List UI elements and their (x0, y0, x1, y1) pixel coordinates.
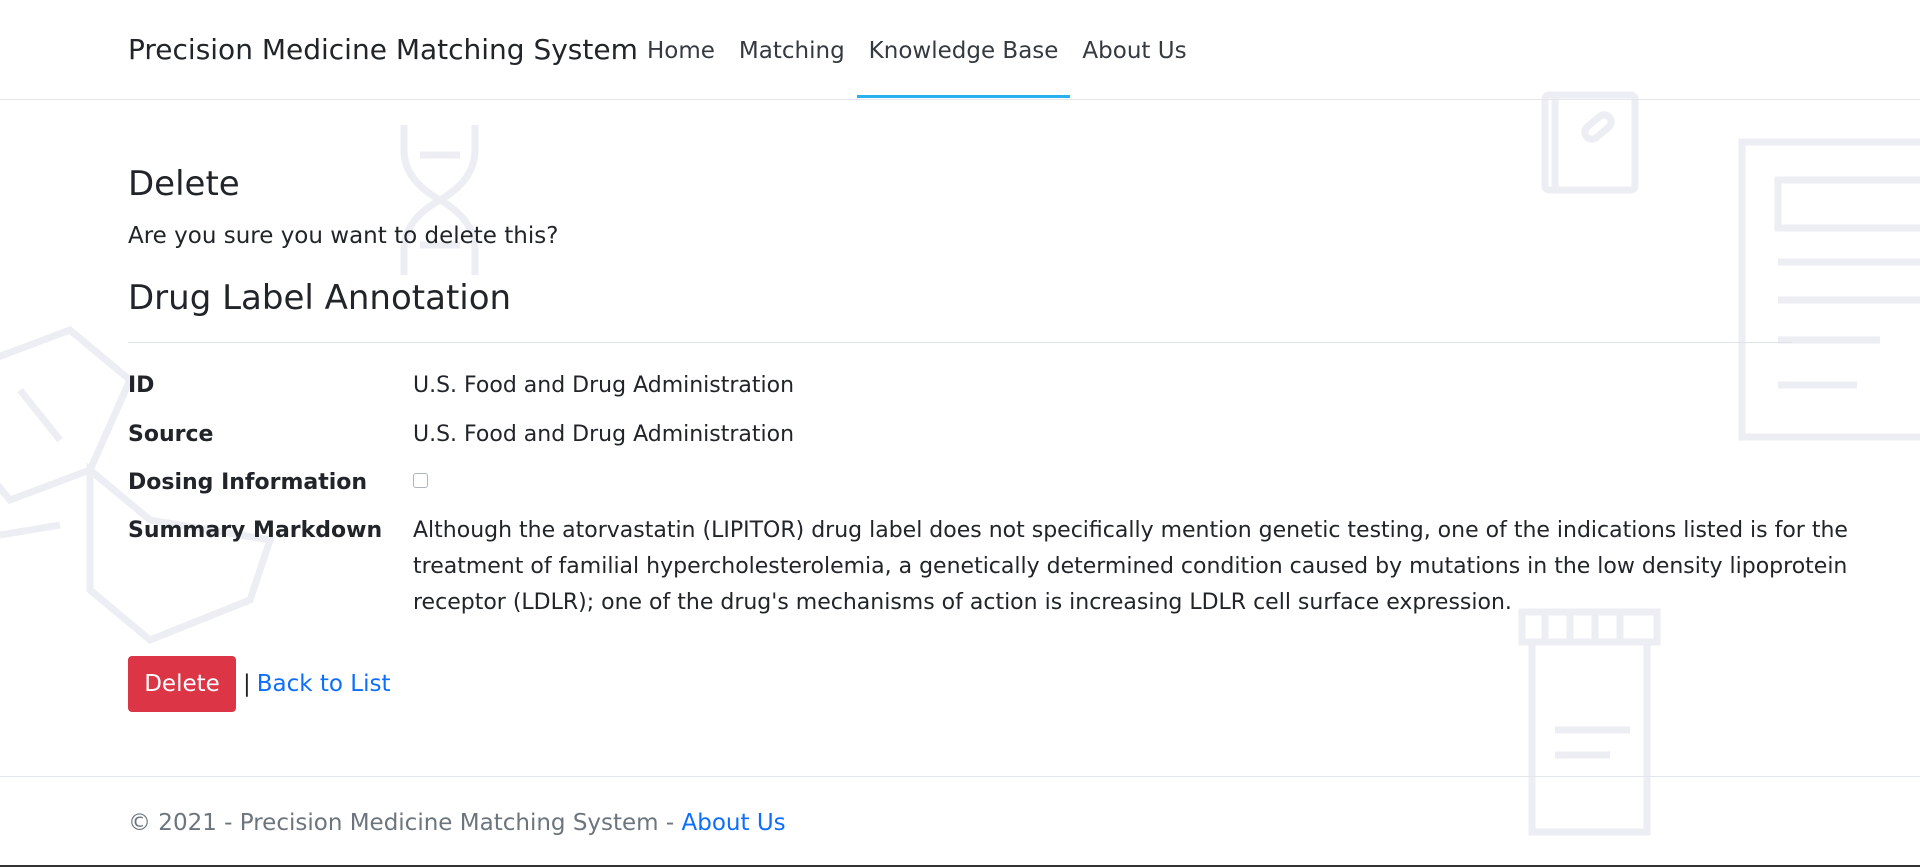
page-title: Delete (128, 164, 240, 204)
delete-confirmation-text: Are you sure you want to delete this? (128, 223, 559, 249)
nav-matching[interactable]: Matching (727, 36, 857, 99)
detail-value: U.S. Food and Drug Administration (413, 373, 795, 398)
dosing-information-checkbox (413, 473, 428, 488)
footer-text: © 2021 - Precision Medicine Matching Sys… (128, 808, 786, 838)
divider (128, 342, 1792, 343)
brand-link[interactable]: Precision Medicine Matching System (128, 33, 638, 67)
nav-home[interactable]: Home (635, 36, 727, 99)
delete-button[interactable]: Delete (128, 656, 236, 712)
form-actions: Delete | Back to List (128, 656, 391, 712)
nav-about-us[interactable]: About Us (1070, 36, 1198, 99)
detail-value: U.S. Food and Drug Administration (413, 422, 795, 447)
detail-label: Source (128, 422, 214, 447)
dna-icon (400, 125, 479, 275)
section-title: Drug Label Annotation (128, 278, 512, 318)
back-to-list-link[interactable]: Back to List (257, 671, 391, 697)
detail-value: Although the atorvastatin (LIPITOR) drug… (413, 518, 1848, 615)
detail-label: Summary Markdown (128, 518, 383, 543)
detail-label: ID (128, 373, 155, 398)
top-navbar: Precision Medicine Matching System Home … (0, 0, 1920, 100)
separator: | (243, 671, 251, 697)
footer-about-us-link[interactable]: About Us (682, 810, 786, 836)
detail-label: Dosing Information (128, 470, 368, 495)
clipboard-pill-icon (1541, 91, 1639, 194)
nav-knowledge-base[interactable]: Knowledge Base (856, 36, 1071, 99)
footer: © 2021 - Precision Medicine Matching Sys… (0, 776, 1920, 867)
copyright-text: © 2021 - Precision Medicine Matching Sys… (128, 810, 675, 836)
main-nav: Home Matching Knowledge Base About Us (635, 36, 1199, 99)
